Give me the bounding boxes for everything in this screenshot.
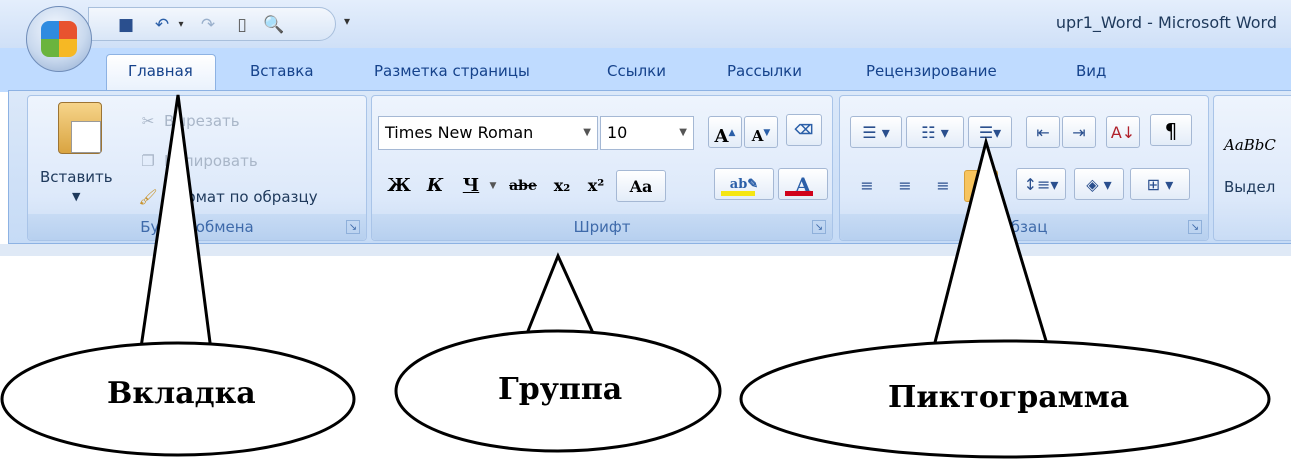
callout-group-label: Группа (498, 372, 623, 407)
office-button[interactable] (26, 6, 92, 72)
callout-icon-pointer (928, 136, 1052, 364)
office-logo-icon (41, 21, 77, 57)
callout-icon-label: Пиктограмма (888, 380, 1130, 415)
callout-tab-pointer (136, 94, 214, 370)
callout-tab-label: Вкладка (107, 376, 256, 411)
callout-group (394, 252, 722, 453)
